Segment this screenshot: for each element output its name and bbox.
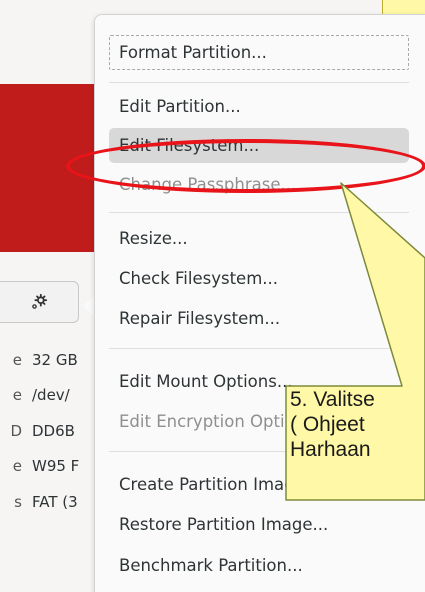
callout-line: 5. Valitse — [290, 388, 375, 411]
callout-line: ( Ohjeet — [290, 413, 365, 436]
callout-line: Harhaan — [290, 438, 371, 461]
callout-text: 5. Valitse ( Ohjeet Harhaan — [290, 387, 425, 499]
callout-bubble — [285, 182, 425, 501]
